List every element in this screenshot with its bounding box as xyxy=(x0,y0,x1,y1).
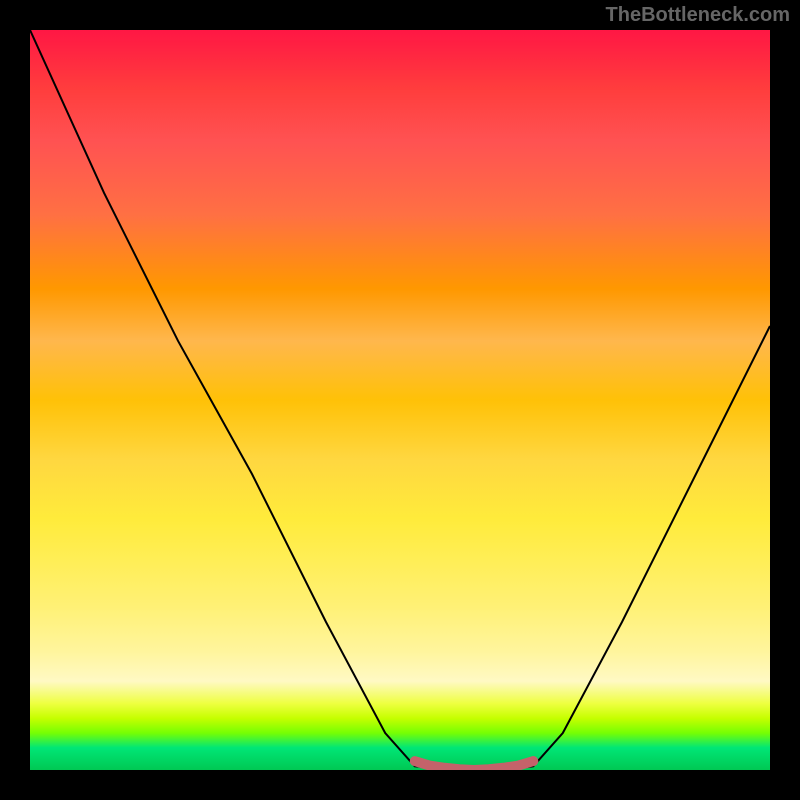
watermark-text: TheBottleneck.com xyxy=(606,4,790,27)
bottom-marker-curve xyxy=(415,761,533,770)
marker-end-dot xyxy=(528,756,538,766)
chart-plot-area xyxy=(30,30,770,770)
main-curve xyxy=(30,30,770,770)
chart-svg xyxy=(30,30,770,770)
